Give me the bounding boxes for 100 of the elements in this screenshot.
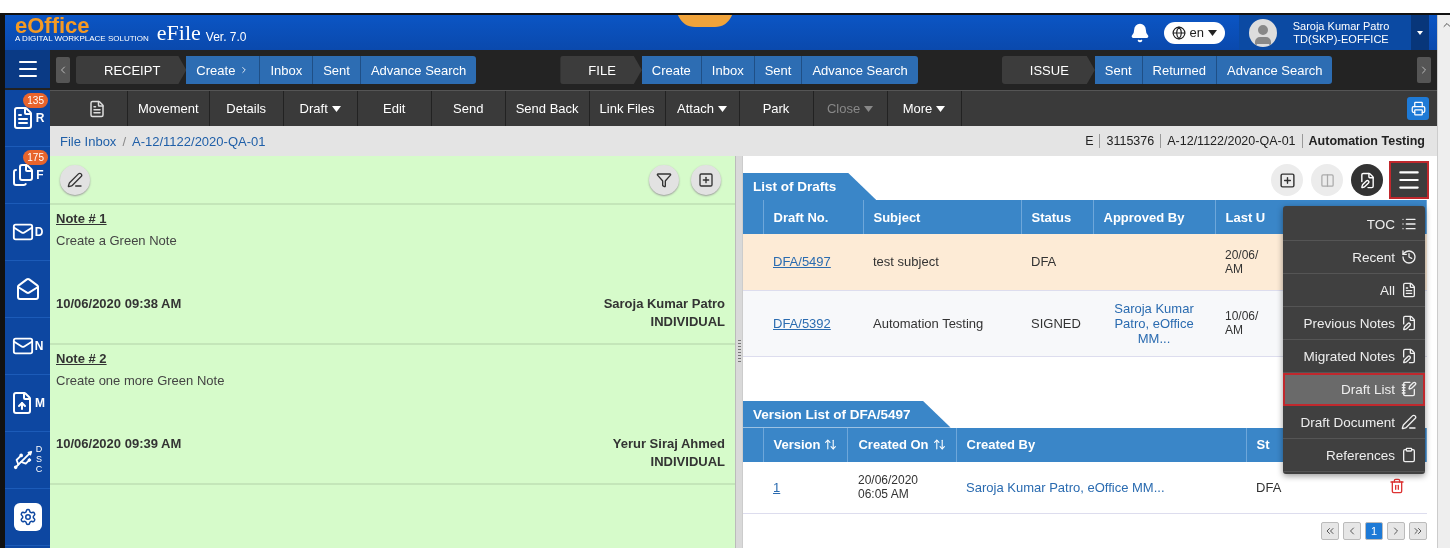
caret-icon xyxy=(936,105,946,112)
menu-item[interactable]: Draft List xyxy=(1283,373,1425,406)
version-label: Ver. 7.0 xyxy=(205,29,247,44)
nav-item[interactable]: Advance Search xyxy=(1217,56,1333,84)
table-cell: test subject xyxy=(873,254,939,270)
pull-tab-icon[interactable] xyxy=(677,15,733,29)
pen-icon xyxy=(67,171,83,188)
column-header[interactable]: Version xyxy=(763,427,848,462)
menu-item[interactable]: TOC xyxy=(1283,208,1425,241)
caret-icon xyxy=(1208,29,1217,36)
tagline: A DIGITAL WORKPLACE SOLUTION xyxy=(15,34,149,43)
nav-item[interactable]: Advance Search xyxy=(802,56,918,84)
write-note-button[interactable] xyxy=(60,164,90,195)
note-author: Saroja Kumar Patro xyxy=(603,296,725,311)
open-mail-icon xyxy=(15,277,40,301)
list-icon xyxy=(1401,216,1417,232)
note-edit-icon xyxy=(1401,315,1417,331)
count-badge: 175 xyxy=(23,150,48,165)
note-text: Create a Green Note xyxy=(56,233,177,248)
menu-button[interactable] xyxy=(1391,163,1427,197)
nav-item[interactable]: Sent xyxy=(754,56,803,84)
printer-icon xyxy=(1410,101,1426,116)
draft-link[interactable]: DFA/5392 xyxy=(773,315,831,331)
menu-item[interactable]: Draft Document xyxy=(1283,406,1425,439)
nav-item[interactable]: Advance Search xyxy=(360,56,477,84)
column-header: Approved By xyxy=(1093,200,1215,234)
table-cell: DFA xyxy=(1256,479,1282,495)
document-icon xyxy=(87,99,106,118)
column-header: Status xyxy=(1021,200,1093,234)
add-note-button[interactable] xyxy=(691,164,721,195)
nav-item[interactable]: Create xyxy=(641,56,702,84)
sort-icon xyxy=(824,438,838,451)
scrollbar[interactable] xyxy=(1437,15,1450,548)
nav-item[interactable]: Sent xyxy=(313,56,361,84)
menu-item[interactable]: Previous Notes xyxy=(1283,307,1425,340)
draft-link[interactable]: DFA/5497 xyxy=(773,254,831,270)
usb-icon xyxy=(11,449,34,471)
user-role: TD(SKP)-EOFFICE xyxy=(1293,32,1389,46)
sort-icon xyxy=(932,438,946,451)
clipboard-icon xyxy=(1401,447,1417,463)
language-selector[interactable]: en xyxy=(1163,21,1225,44)
user-panel[interactable]: Saroja Kumar Patro TD(SKP)-EOFFICE xyxy=(1239,15,1429,50)
column-header: Created By xyxy=(956,427,1247,462)
nav-item[interactable]: Sent xyxy=(1094,56,1143,84)
column-header: Draft No. xyxy=(763,200,863,234)
table-cell-text: 10/06/ AM xyxy=(1225,309,1260,337)
mail-icon xyxy=(11,335,34,357)
last-page-icon xyxy=(1412,525,1424,537)
pen-icon xyxy=(1401,414,1417,430)
globe-icon xyxy=(1171,25,1186,40)
caret-icon xyxy=(1417,29,1423,36)
menu-item[interactable]: All xyxy=(1283,274,1425,307)
note-role: INDIVIDUAL xyxy=(650,454,725,469)
note-date: 10/06/2020 09:39 AM xyxy=(56,436,182,451)
note-title: Note # 2 xyxy=(56,351,107,366)
filter-button[interactable] xyxy=(649,164,679,195)
file-type: E xyxy=(1079,134,1101,148)
note-title: Note # 1 xyxy=(56,211,107,226)
filter-icon xyxy=(656,171,672,188)
note-author: Yerur Siraj Ahmed xyxy=(612,436,725,451)
creator-link[interactable]: Saroja Kumar Patro, eOffice MM... xyxy=(966,479,1165,495)
mail-icon xyxy=(11,221,34,243)
menu-item[interactable]: References xyxy=(1283,439,1425,472)
notification-bell-icon[interactable] xyxy=(1129,22,1150,43)
draft-icon xyxy=(1358,171,1376,189)
file-number: 3115376 xyxy=(1100,134,1162,148)
nav-item[interactable]: Inbox xyxy=(701,56,755,84)
breadcrumb-link[interactable]: A-12/1122/2020-QA-01 xyxy=(132,133,266,149)
approver-link[interactable]: Saroja Kumar Patro, eOffice MM... xyxy=(1103,300,1205,346)
add-section-icon xyxy=(1278,171,1296,189)
caret-icon xyxy=(717,105,727,112)
nav-item[interactable]: Inbox xyxy=(260,56,314,84)
user-name: Saroja Kumar Patro xyxy=(1292,19,1390,33)
breadcrumb-link[interactable]: File Inbox xyxy=(60,133,117,149)
menu-button[interactable] xyxy=(5,50,50,90)
page-button[interactable]: 1 xyxy=(1365,522,1383,540)
first-page-icon xyxy=(1324,525,1336,537)
print-button[interactable] xyxy=(1407,97,1429,120)
nav-group-title: ISSUE xyxy=(1001,56,1095,84)
delete-icon[interactable] xyxy=(1388,477,1405,494)
caret-icon xyxy=(331,105,341,112)
note-role: INDIVIDUAL xyxy=(650,314,725,329)
history-icon xyxy=(1401,249,1417,265)
menu-item[interactable]: Recent xyxy=(1283,241,1425,274)
nav-group-title: RECEIPT xyxy=(76,56,187,84)
count-badge: 135 xyxy=(23,93,48,108)
draft-icon xyxy=(1401,381,1417,397)
file-subject: Automation Testing xyxy=(1307,134,1426,148)
nav-group-title: FILE xyxy=(560,56,642,84)
user-dropdown-button[interactable] xyxy=(1411,15,1429,50)
column-header[interactable]: Created On xyxy=(847,427,957,462)
add-icon xyxy=(698,171,714,188)
table-cell-text: 20/06/2020 06:05 AM xyxy=(857,473,920,502)
panel-tool-button[interactable] xyxy=(1351,164,1383,196)
nav-item[interactable]: Returned xyxy=(1142,56,1218,84)
nav-item[interactable]: Create xyxy=(186,56,261,84)
panel-tool-button[interactable] xyxy=(1271,164,1303,196)
version-link[interactable]: 1 xyxy=(773,479,781,495)
file-upload-icon xyxy=(10,391,34,415)
table-cell: SIGNED xyxy=(1031,315,1081,331)
